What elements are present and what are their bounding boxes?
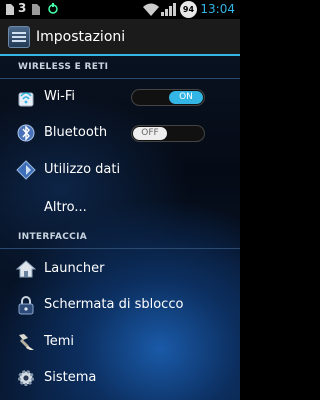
sim-card-icon — [6, 4, 14, 15]
settings-item-lockscreen[interactable]: Schermata di sblocco — [0, 287, 240, 323]
lock-icon — [16, 295, 36, 315]
action-bar: Impostazioni — [0, 19, 240, 56]
bluetooth-icon — [16, 123, 36, 143]
section-title: INTERFACCIA — [18, 232, 88, 242]
settings-item-label: Altro... — [44, 200, 87, 215]
settings-item-label: Utilizzo dati — [44, 162, 121, 177]
usb-debug-icon — [48, 3, 58, 14]
carrier-icon: 3 — [18, 1, 27, 15]
section-header-interface: INTERFACCIA — [0, 227, 240, 249]
wifi-toggle[interactable]: ON — [131, 89, 205, 106]
settings-item-label: Launcher — [44, 261, 105, 276]
wifi-signal-icon — [143, 3, 159, 16]
settings-item-label: Sistema — [44, 370, 97, 385]
settings-item-data-usage[interactable]: Utilizzo dati — [0, 152, 240, 188]
clock: 13:04 — [200, 2, 235, 16]
status-bar: 3 94 13:04 — [0, 0, 240, 19]
home-icon — [16, 259, 36, 279]
wifi-icon — [16, 87, 36, 107]
settings-app-icon[interactable] — [8, 26, 30, 48]
settings-item-more[interactable]: Altro... — [0, 190, 240, 226]
cell-signal-icon — [161, 3, 176, 16]
toggle-state: ON — [169, 91, 203, 104]
settings-item-label: Schermata di sblocco — [44, 297, 184, 312]
settings-item-system[interactable]: Sistema — [0, 360, 240, 396]
settings-item-launcher[interactable]: Launcher — [0, 251, 240, 287]
section-title: WIRELESS E RETI — [18, 62, 109, 72]
settings-item-label: Temi — [44, 334, 75, 349]
settings-item-label: Wi-Fi — [44, 89, 76, 104]
section-header-wireless: WIRELESS E RETI — [0, 57, 240, 79]
toggle-state: OFF — [133, 127, 167, 140]
battery-indicator: 94 — [180, 1, 197, 18]
settings-item-themes[interactable]: Temi — [0, 324, 240, 360]
settings-item-bluetooth[interactable]: Bluetooth OFF — [0, 115, 240, 151]
data-usage-icon — [16, 160, 36, 180]
gear-icon — [16, 368, 36, 388]
settings-item-label: Bluetooth — [44, 125, 108, 140]
page-title: Impostazioni — [36, 29, 126, 45]
brush-icon — [16, 332, 36, 352]
bluetooth-toggle[interactable]: OFF — [131, 125, 205, 142]
sd-card-icon — [32, 4, 40, 15]
settings-item-wifi[interactable]: Wi-Fi ON — [0, 79, 240, 115]
